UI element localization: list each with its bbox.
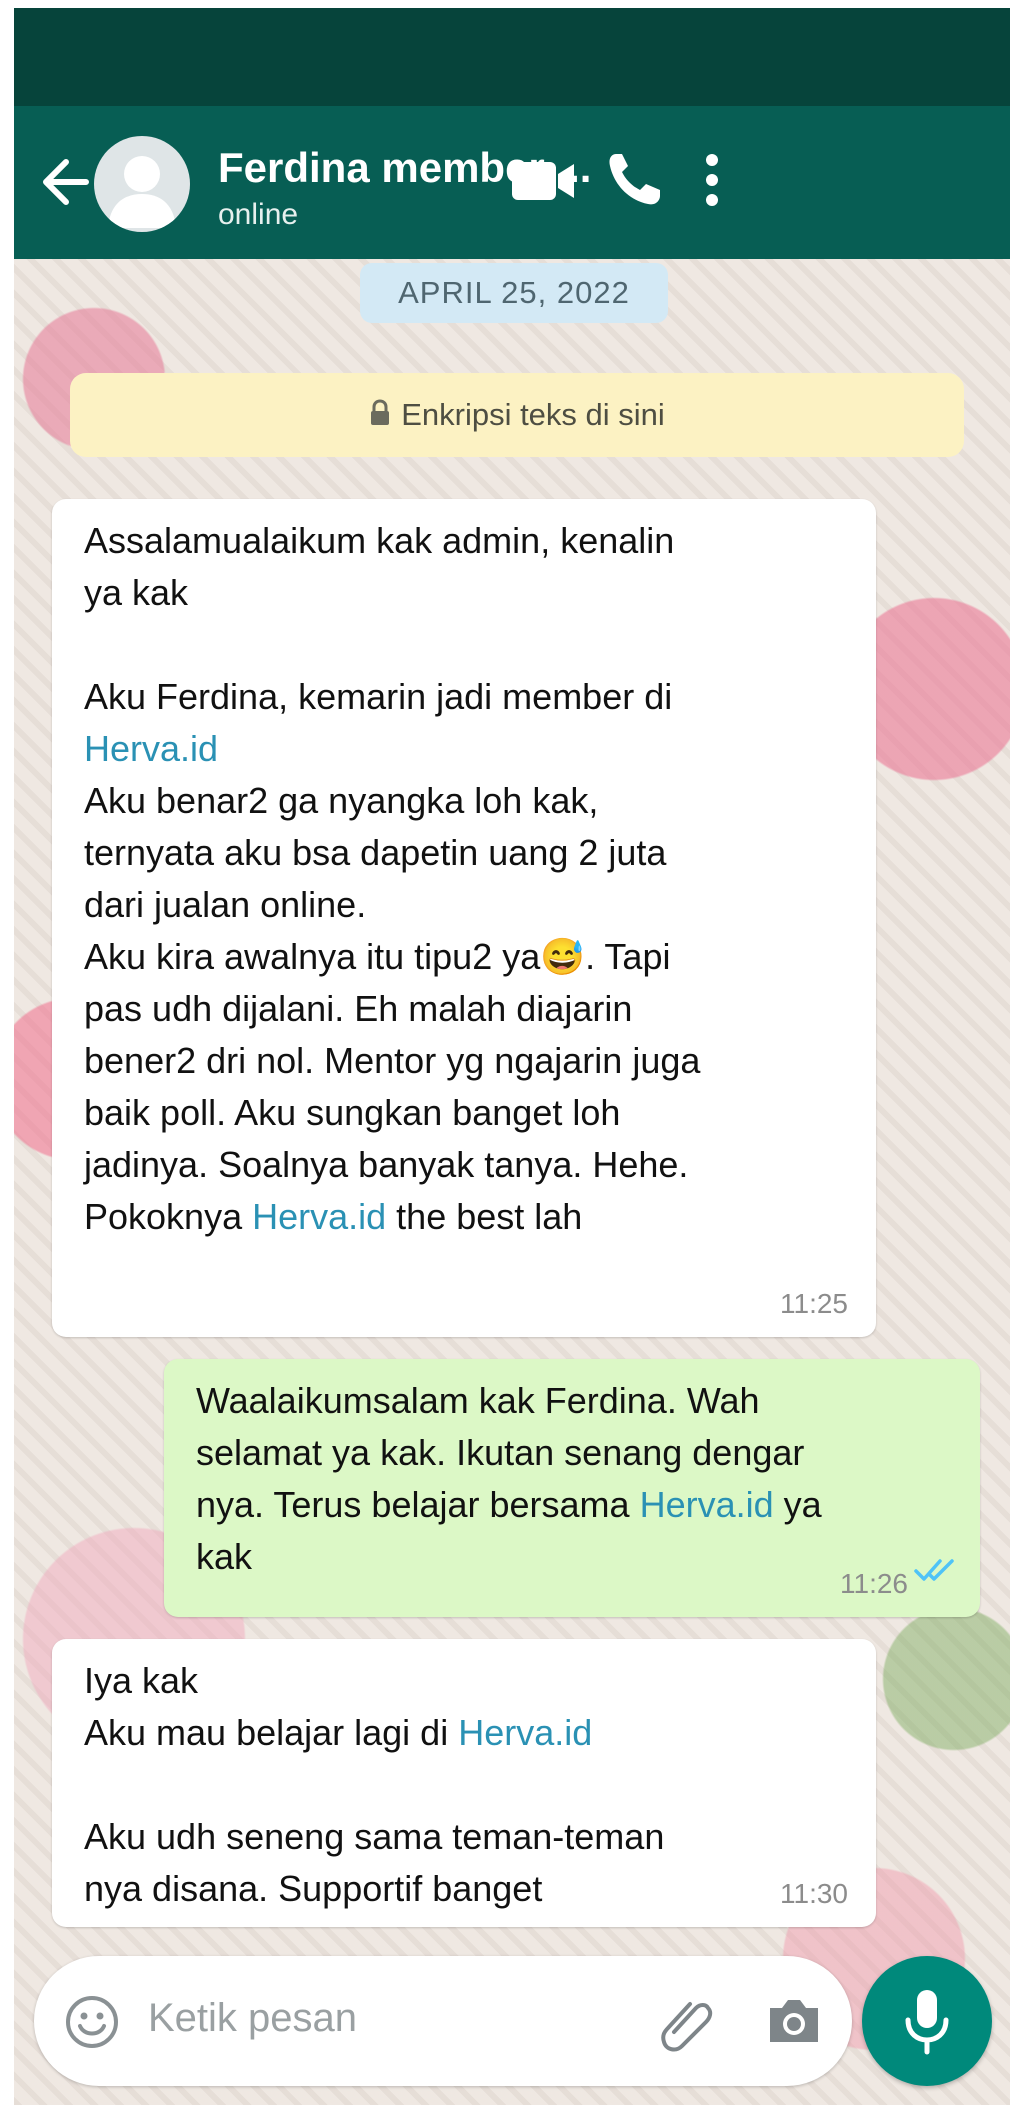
message-line: . Tapi — [585, 936, 671, 977]
message-line: nya disana. Supportif banget — [84, 1868, 543, 1909]
message-bubble-outgoing[interactable]: Waalaikumsalam kak Ferdina. Wah selamat … — [164, 1359, 980, 1617]
message-line: Aku Ferdina, kemarin jadi member di — [84, 676, 673, 717]
encryption-notice[interactable]: Enkripsi teks di sini — [70, 373, 964, 457]
herva-link[interactable]: Herva.id — [458, 1712, 592, 1753]
herva-link[interactable]: Herva.id — [84, 728, 218, 769]
message-line: ya kak — [84, 572, 189, 613]
date-chip: APRIL 25, 2022 — [360, 263, 668, 323]
message-line: Pokoknya — [84, 1196, 253, 1237]
message-line: dari jualan online. — [84, 884, 367, 925]
phone-screen: Ferdina member ... online APRIL 25, 2022 — [14, 8, 1010, 2105]
chat-status: online — [218, 198, 299, 231]
message-line: nya. Terus belajar bersama — [196, 1484, 640, 1525]
lock-icon — [369, 375, 391, 459]
message-line: Aku udh seneng sama teman-teman — [84, 1816, 665, 1857]
herva-link[interactable]: Herva.id — [640, 1484, 774, 1525]
emoji-icon[interactable] — [64, 1994, 120, 2055]
phone-icon[interactable] — [606, 150, 662, 213]
message-line: Waalaikumsalam kak Ferdina. Wah — [196, 1380, 760, 1421]
sweat-smile-emoji: 😅 — [540, 936, 586, 977]
message-bubble-incoming[interactable]: Assalamualaikum kak admin, kenalin ya ka… — [52, 499, 876, 1337]
message-line: pas udh dijalani. Eh malah diajarin — [84, 988, 633, 1029]
message-line: Iya kak — [84, 1660, 199, 1701]
message-time: 11:30 — [780, 1878, 848, 1909]
encryption-text: Enkripsi teks di sini — [401, 397, 665, 432]
message-time: 11:25 — [780, 1288, 848, 1319]
message-line: jadinya. Soalnya banyak tanya. Hehe. — [84, 1144, 689, 1185]
message-line: bener2 dri nol. Mentor yg ngajarin juga — [84, 1040, 701, 1081]
video-call-icon[interactable] — [510, 156, 576, 211]
chat-header: Ferdina member ... online — [14, 106, 1010, 259]
read-ticks-icon — [914, 1545, 956, 1597]
message-input[interactable]: Ketik pesan — [34, 1956, 852, 2086]
message-line: baik poll. Aku sungkan banget loh — [84, 1092, 621, 1133]
attach-icon[interactable] — [656, 1992, 716, 2057]
avatar[interactable] — [94, 136, 190, 232]
message-placeholder: Ketik pesan — [148, 1996, 358, 2040]
message-line: Aku mau belajar lagi di — [84, 1712, 459, 1753]
chat-area[interactable]: APRIL 25, 2022 Enkripsi teks di sini Ass… — [14, 259, 1010, 2105]
back-arrow-icon[interactable] — [36, 150, 92, 214]
more-options-icon[interactable] — [700, 150, 724, 215]
message-line: ternyata aku bsa dapetin uang 2 juta — [84, 832, 667, 873]
status-bar — [14, 8, 1010, 106]
message-time: 11:26 — [840, 1568, 908, 1599]
mic-button[interactable] — [862, 1956, 992, 2086]
message-line: Aku benar2 ga nyangka loh kak, — [84, 780, 599, 821]
camera-icon[interactable] — [764, 1994, 824, 2053]
message-line: the best lah — [386, 1196, 583, 1237]
message-line: Assalamualaikum kak admin, kenalin — [84, 520, 675, 561]
message-bubble-incoming[interactable]: Iya kak Aku mau belajar lagi di Herva.id… — [52, 1639, 876, 1927]
mic-icon — [902, 1986, 952, 2063]
message-line: ya — [773, 1484, 822, 1525]
message-line: selamat ya kak. Ikutan senang dengar — [196, 1432, 805, 1473]
herva-link[interactable]: Herva.id — [252, 1196, 386, 1237]
message-line: Aku kira awalnya itu tipu2 ya — [84, 936, 541, 977]
